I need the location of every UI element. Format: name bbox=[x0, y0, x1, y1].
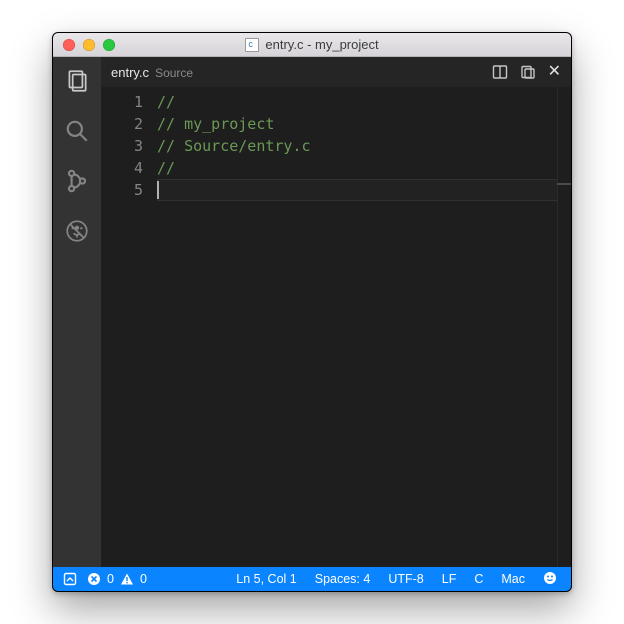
window-title: entry.c - my_project bbox=[53, 37, 571, 52]
comment-text: // my_project bbox=[157, 115, 274, 133]
warning-count: 0 bbox=[140, 572, 147, 586]
app-body: entry.c Source ✕ bbox=[53, 57, 571, 567]
encoding[interactable]: UTF-8 bbox=[384, 572, 427, 586]
source-control-icon[interactable] bbox=[63, 167, 91, 195]
comment-text: // bbox=[157, 159, 175, 177]
explorer-icon[interactable] bbox=[63, 67, 91, 95]
comment-text: // Source/entry.c bbox=[157, 137, 311, 155]
debug-icon[interactable] bbox=[63, 217, 91, 245]
window-title-text: entry.c - my_project bbox=[265, 37, 378, 52]
line-number: 3 bbox=[101, 135, 143, 157]
code-area[interactable]: // // my_project // Source/entry.c // bbox=[157, 87, 571, 567]
more-actions-icon[interactable] bbox=[520, 64, 536, 80]
problems-indicator[interactable]: 0 0 bbox=[87, 572, 147, 586]
eol[interactable]: LF bbox=[438, 572, 461, 586]
comment-text: // bbox=[157, 93, 175, 111]
window-controls bbox=[63, 39, 115, 51]
feedback-icon[interactable] bbox=[539, 571, 561, 588]
code-line[interactable]: // bbox=[157, 157, 571, 179]
indentation[interactable]: Spaces: 4 bbox=[311, 572, 375, 586]
tab-actions: ✕ bbox=[492, 64, 561, 80]
titlebar: entry.c - my_project bbox=[53, 33, 571, 57]
split-editor-icon[interactable] bbox=[492, 64, 508, 80]
remote-indicator[interactable] bbox=[63, 572, 77, 586]
error-icon bbox=[87, 572, 101, 586]
cursor-position[interactable]: Ln 5, Col 1 bbox=[232, 572, 300, 586]
line-number: 2 bbox=[101, 113, 143, 135]
file-icon bbox=[245, 38, 259, 52]
tab-folder: Source bbox=[155, 66, 193, 80]
remote-icon bbox=[63, 572, 77, 586]
text-cursor bbox=[157, 181, 159, 199]
app-window: entry.c - my_project bbox=[52, 32, 572, 592]
os-label[interactable]: Mac bbox=[497, 572, 529, 586]
gutter: 12345 bbox=[101, 87, 157, 567]
tab-filename: entry.c bbox=[111, 65, 149, 80]
overview-mark bbox=[557, 183, 571, 185]
line-number: 1 bbox=[101, 91, 143, 113]
line-number: 4 bbox=[101, 157, 143, 179]
code-line[interactable] bbox=[157, 179, 571, 201]
tab-bar: entry.c Source ✕ bbox=[101, 57, 571, 87]
close-tab-icon[interactable]: ✕ bbox=[548, 64, 561, 80]
warning-icon bbox=[120, 572, 134, 586]
code-line[interactable]: // bbox=[157, 91, 571, 113]
line-number: 5 bbox=[101, 179, 143, 201]
zoom-window-button[interactable] bbox=[103, 39, 115, 51]
overview-ruler[interactable] bbox=[557, 87, 571, 567]
editor[interactable]: 12345 // // my_project // Source/entry.c // bbox=[101, 87, 571, 567]
tab-entry-c[interactable]: entry.c Source bbox=[111, 65, 193, 80]
minimize-window-button[interactable] bbox=[83, 39, 95, 51]
close-window-button[interactable] bbox=[63, 39, 75, 51]
code-line[interactable]: // Source/entry.c bbox=[157, 135, 571, 157]
editor-group: entry.c Source ✕ bbox=[101, 57, 571, 567]
code-line[interactable]: // my_project bbox=[157, 113, 571, 135]
search-icon[interactable] bbox=[63, 117, 91, 145]
activity-bar bbox=[53, 57, 101, 567]
status-bar: 0 0 Ln 5, Col 1 Spaces: 4 UTF-8 LF C Mac bbox=[53, 567, 571, 591]
error-count: 0 bbox=[107, 572, 114, 586]
language-mode[interactable]: C bbox=[470, 572, 487, 586]
